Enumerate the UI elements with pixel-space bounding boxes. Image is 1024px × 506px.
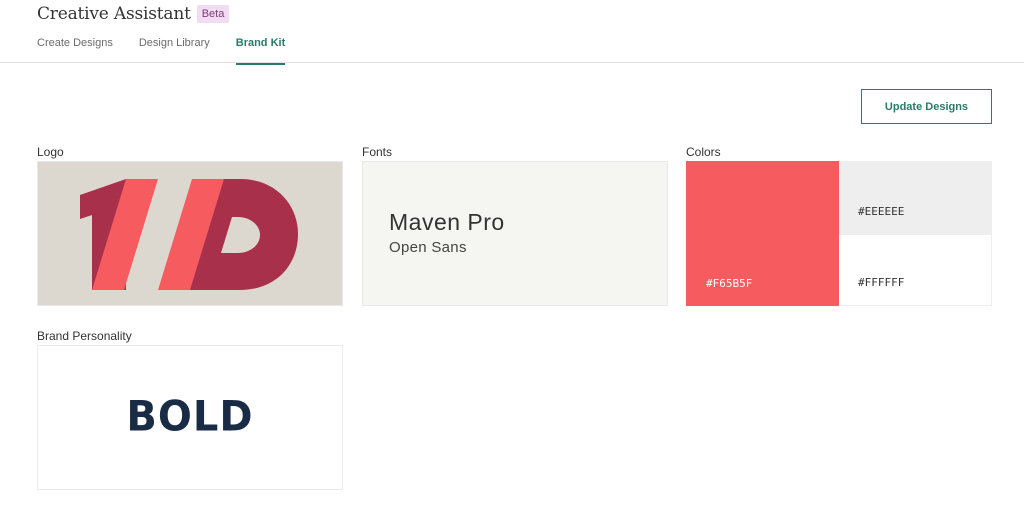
app-title-row: Creative Assistant Beta [37, 4, 230, 24]
color-swatch-grey-hex: #EEEEEE [858, 205, 905, 218]
tab-bar: Create Designs Design Library Brand Kit [37, 37, 311, 65]
colors-section-label: Colors [686, 145, 721, 159]
beta-badge: Beta [196, 5, 230, 23]
logo-card[interactable] [37, 161, 343, 306]
color-swatch-primary[interactable]: #F65B5F [686, 161, 839, 306]
color-swatch-primary-hex: #F65B5F [706, 277, 753, 290]
color-swatch-white-hex: #FFFFFF [858, 276, 905, 289]
fonts-card[interactable]: Maven Pro Open Sans [362, 161, 668, 306]
logo-section-label: Logo [37, 145, 64, 159]
personality-section-label: Brand Personality [37, 329, 132, 343]
fonts-section-label: Fonts [362, 145, 393, 159]
colors-card[interactable]: #F65B5F #EEEEEE #FFFFFF [686, 161, 992, 306]
app-title: Creative Assistant [37, 4, 191, 24]
color-swatch-grey[interactable]: #EEEEEE [839, 161, 992, 234]
tab-create-designs[interactable]: Create Designs [37, 37, 113, 65]
tab-brand-kit[interactable]: Brand Kit [235, 37, 286, 65]
wd-logo-icon [80, 179, 298, 290]
primary-font-name: Maven Pro [389, 209, 505, 235]
update-designs-button[interactable]: Update Designs [861, 89, 992, 124]
personality-card[interactable]: BOLD [37, 345, 343, 490]
personality-word: BOLD [126, 392, 254, 442]
header-divider [0, 62, 1024, 63]
tab-design-library[interactable]: Design Library [139, 37, 210, 65]
color-swatch-white[interactable]: #FFFFFF [839, 234, 992, 306]
secondary-font-name: Open Sans [389, 239, 467, 256]
